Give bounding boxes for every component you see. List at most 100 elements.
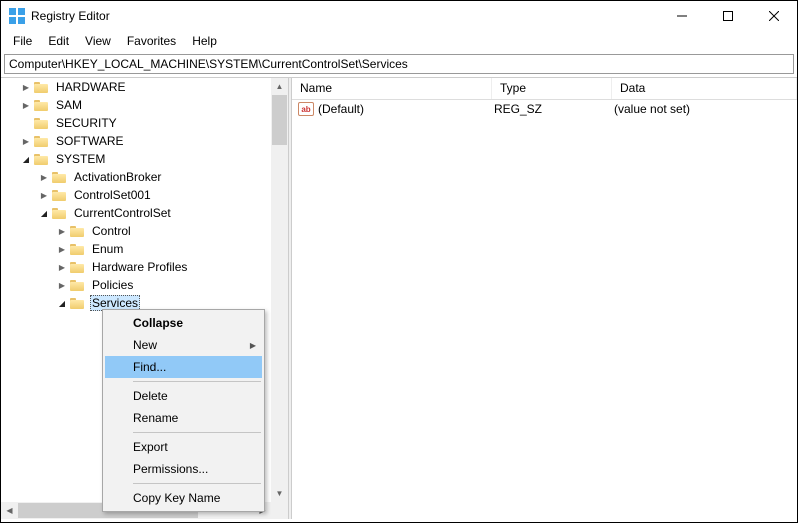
tree-item-hardware[interactable]: ▶ HARDWARE (1, 78, 288, 96)
chevron-right-icon[interactable]: ▶ (55, 224, 69, 238)
chevron-right-icon[interactable]: ▶ (55, 260, 69, 274)
submenu-arrow-icon: ▶ (250, 341, 256, 350)
value-name: (Default) (318, 102, 494, 116)
tree-item-currentcontrolset[interactable]: ◢ CurrentControlSet (1, 204, 288, 222)
chevron-right-icon[interactable]: ▶ (55, 242, 69, 256)
tree-label: HARDWARE (54, 80, 128, 94)
folder-icon (70, 242, 86, 256)
chevron-down-icon[interactable]: ◢ (19, 152, 33, 166)
col-name[interactable]: Name (292, 78, 492, 99)
folder-icon (70, 296, 86, 310)
tree-label: Hardware Profiles (90, 260, 189, 274)
tree-item-software[interactable]: ▶ SOFTWARE (1, 132, 288, 150)
ctx-find[interactable]: Find... (105, 356, 262, 378)
folder-icon (34, 80, 50, 94)
address-input[interactable]: Computer\HKEY_LOCAL_MACHINE\SYSTEM\Curre… (4, 54, 794, 74)
list-header: Name Type Data (292, 78, 797, 100)
menu-file[interactable]: File (5, 32, 40, 50)
menu-separator (133, 483, 261, 484)
tree-label: ControlSet001 (72, 188, 153, 202)
menu-label: Collapse (133, 316, 183, 330)
ctx-export[interactable]: Export (105, 436, 262, 458)
chevron-right-icon[interactable]: ▶ (19, 80, 33, 94)
context-menu: Collapse New ▶ Find... Delete Rename Export Per… (102, 309, 265, 512)
tree-label: SECURITY (54, 116, 119, 130)
menu-favorites[interactable]: Favorites (119, 32, 184, 50)
ctx-delete[interactable]: Delete (105, 385, 262, 407)
tree-label: Control (90, 224, 133, 238)
col-data[interactable]: Data (612, 78, 797, 99)
address-bar: Computer\HKEY_LOCAL_MACHINE\SYSTEM\Curre… (1, 51, 797, 77)
ctx-rename[interactable]: Rename (105, 407, 262, 429)
menu-label: Export (133, 440, 168, 454)
menu-label: Copy Key Name (133, 491, 220, 505)
tree-label: SOFTWARE (54, 134, 126, 148)
minimize-button[interactable] (659, 1, 705, 31)
chevron-right-icon[interactable]: ▶ (19, 98, 33, 112)
chevron-right-icon[interactable]: ▶ (37, 170, 51, 184)
menu-help[interactable]: Help (184, 32, 225, 50)
tree-label: Policies (90, 278, 135, 292)
menu-view[interactable]: View (77, 32, 119, 50)
menu-label: Permissions... (133, 462, 208, 476)
tree-label: SYSTEM (54, 152, 107, 166)
tree-label: CurrentControlSet (72, 206, 173, 220)
chevron-right-icon[interactable]: ▶ (19, 134, 33, 148)
menu-label: Rename (133, 411, 178, 425)
tree-label: Enum (90, 242, 125, 256)
tree-item-controlset001[interactable]: ▶ ControlSet001 (1, 186, 288, 204)
folder-icon (34, 116, 50, 130)
value-data: (value not set) (614, 102, 690, 116)
scroll-down-icon[interactable]: ▼ (271, 485, 288, 502)
tree-item-hardware-profiles[interactable]: ▶ Hardware Profiles (1, 258, 288, 276)
ctx-collapse[interactable]: Collapse (105, 312, 262, 334)
scroll-left-icon[interactable]: ◀ (1, 502, 18, 519)
col-type[interactable]: Type (492, 78, 612, 99)
tree-item-enum[interactable]: ▶ Enum (1, 240, 288, 258)
list-item[interactable]: ab (Default)REG_SZ(value not set) (292, 100, 797, 118)
folder-icon (70, 224, 86, 238)
list-pane: Name Type Data ab (Default)REG_SZ(value n… (292, 78, 797, 519)
folder-icon (52, 188, 68, 202)
maximize-button[interactable] (705, 1, 751, 31)
ctx-new[interactable]: New ▶ (105, 334, 262, 356)
menu-separator (133, 381, 261, 382)
string-value-icon: ab (298, 102, 314, 116)
menu-edit[interactable]: Edit (40, 32, 77, 50)
close-button[interactable] (751, 1, 797, 31)
folder-icon (34, 134, 50, 148)
ctx-copy-key-name[interactable]: Copy Key Name (105, 487, 262, 509)
tree-item-control[interactable]: ▶ Control (1, 222, 288, 240)
menu-label: Find... (133, 360, 166, 374)
folder-icon (52, 170, 68, 184)
scroll-corner (271, 502, 288, 519)
chevron-down-icon[interactable]: ◢ (37, 206, 51, 220)
tree-label: ActivationBroker (72, 170, 163, 184)
tree-item-activationbroker[interactable]: ▶ ActivationBroker (1, 168, 288, 186)
ctx-permissions[interactable]: Permissions... (105, 458, 262, 480)
folder-icon (34, 98, 50, 112)
tree-item-system[interactable]: ◢ SYSTEM (1, 150, 288, 168)
chevron-down-icon[interactable]: ◢ (55, 296, 69, 310)
tree-item-policies[interactable]: ▶ Policies (1, 276, 288, 294)
menu-separator (133, 432, 261, 433)
title-bar: Registry Editor (1, 1, 797, 31)
tree-label: SAM (54, 98, 84, 112)
folder-icon (52, 206, 68, 220)
menu-label: Delete (133, 389, 168, 403)
window-title: Registry Editor (31, 9, 659, 23)
folder-icon (70, 260, 86, 274)
folder-icon (70, 278, 86, 292)
menu-label: New (133, 338, 157, 352)
scroll-up-icon[interactable]: ▲ (271, 78, 288, 95)
regedit-icon (9, 8, 25, 24)
folder-icon (34, 152, 50, 166)
menu-bar: File Edit View Favorites Help (1, 31, 797, 51)
chevron-right-icon[interactable]: ▶ (37, 188, 51, 202)
value-type: REG_SZ (494, 102, 614, 116)
tree-scrollbar[interactable]: ▲ ▼ (271, 78, 288, 502)
chevron-right-icon[interactable]: ▶ (55, 278, 69, 292)
tree-item-sam[interactable]: ▶ SAM (1, 96, 288, 114)
scroll-thumb[interactable] (272, 95, 287, 145)
tree-item-security[interactable]: ▶SECURITY (1, 114, 288, 132)
